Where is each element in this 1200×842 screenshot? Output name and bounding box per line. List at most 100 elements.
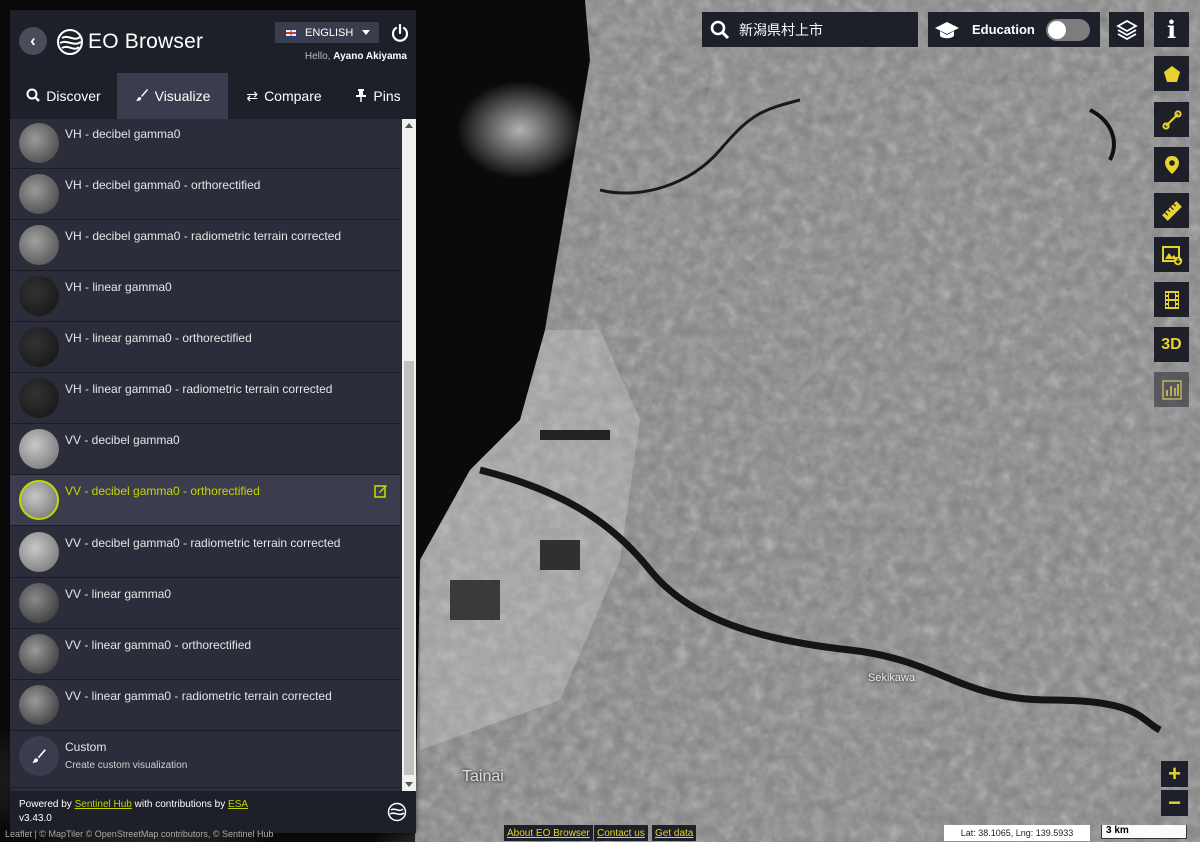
tab-label: Discover [46, 88, 101, 104]
viz-thumbnail [19, 225, 59, 265]
film-icon [1164, 290, 1179, 309]
viz-label: VH - linear gamma0 - orthorectified [65, 331, 252, 345]
education-mode: Education [928, 12, 1100, 47]
measure-button[interactable] [1154, 193, 1189, 228]
powered-prefix: Powered by [19, 799, 72, 810]
viz-item-vh-decibel-gamma0[interactable]: VH - decibel gamma0 [10, 119, 400, 169]
uk-flag-icon [285, 28, 297, 37]
education-label: Education [972, 22, 1035, 37]
app-title: EO Browser [88, 30, 204, 53]
logout-power-icon[interactable] [390, 23, 410, 43]
viz-item-custom[interactable]: Custom Create custom visualization [10, 731, 400, 788]
layers-icon [1115, 19, 1138, 40]
bar-chart-icon [1161, 379, 1182, 400]
sentinel-hub-logo-icon[interactable] [387, 802, 407, 822]
viz-thumbnail [19, 532, 59, 572]
viz-item-vv-linear-gamma0-rtc[interactable]: VV - linear gamma0 - radiometric terrain… [10, 680, 400, 731]
ruler-icon [1161, 200, 1182, 221]
language-select[interactable]: ENGLISH [275, 22, 379, 43]
viz-item-vh-linear-gamma0-rtc[interactable]: VH - linear gamma0 - radiometric terrain… [10, 373, 400, 424]
visualization-list[interactable]: VH - decibel gamma0 VH - decibel gamma0 … [10, 119, 402, 791]
scroll-thumb[interactable] [404, 361, 414, 775]
panel-footer: Powered by Sentinel Hub with contributio… [10, 791, 416, 833]
tab-label: Compare [264, 88, 322, 104]
viz-label: VH - decibel gamma0 - orthorectified [65, 178, 261, 192]
map-label-tainai: Tainai [462, 768, 504, 785]
scroll-up-arrow-icon[interactable] [405, 123, 413, 128]
pin-icon [355, 88, 367, 105]
map-attribution[interactable]: Leaflet | © MapTiler © OpenStreetMap con… [5, 829, 274, 839]
viz-item-vh-decibel-gamma0-rtc[interactable]: VH - decibel gamma0 - radiometric terrai… [10, 220, 400, 271]
viz-item-vh-linear-gamma0[interactable]: VH - linear gamma0 [10, 271, 400, 322]
collapse-panel-button[interactable]: ‹ [19, 27, 47, 55]
toggle-knob [1048, 21, 1066, 39]
info-icon: i [1166, 15, 1177, 44]
download-image-button[interactable] [1154, 237, 1189, 272]
cursor-coordinates: Lat: 38.1065, Lng: 139.5933 [944, 825, 1090, 841]
language-label: ENGLISH [305, 26, 354, 39]
sentinel-hub-link[interactable]: Sentinel Hub [75, 799, 132, 810]
get-data-link[interactable]: Get data [652, 825, 697, 841]
search-icon [710, 20, 730, 39]
location-search[interactable]: 新潟県村上市 [702, 12, 918, 47]
3d-view-button[interactable]: 3D [1154, 327, 1189, 362]
image-download-icon [1161, 245, 1182, 265]
brush-icon [19, 736, 59, 776]
info-button[interactable]: i [1154, 12, 1189, 47]
place-marker-button[interactable] [1154, 147, 1189, 182]
viz-thumbnail [19, 429, 59, 469]
tab-discover[interactable]: Discover [10, 73, 117, 119]
chevron-down-icon [362, 30, 370, 35]
viz-label: VH - decibel gamma0 - radiometric terrai… [65, 229, 342, 243]
viz-thumbnail [19, 583, 59, 623]
panel-header: ‹ EO Browser ENGLISH Hello, Ayano Akiyam… [10, 10, 416, 73]
main-tabs: Discover Visualize ⇄ Compare Pins [10, 73, 416, 119]
scroll-down-arrow-icon[interactable] [405, 782, 413, 787]
viz-label: VH - linear gamma0 - radiometric terrain… [65, 382, 333, 396]
eo-browser-logo-icon [57, 29, 83, 55]
viz-label: VV - decibel gamma0 - radiometric terrai… [65, 536, 341, 550]
viz-item-vv-decibel-gamma0-ortho[interactable]: VV - decibel gamma0 - orthorectified [10, 475, 400, 526]
viz-item-vv-decibel-gamma0-rtc[interactable]: VV - decibel gamma0 - radiometric terrai… [10, 527, 400, 578]
scale-bar: 3 km [1101, 825, 1187, 839]
tab-label: Pins [373, 88, 401, 104]
esa-link[interactable]: ESA [228, 799, 248, 810]
zoom-in-button[interactable]: + [1161, 761, 1188, 787]
viz-thumbnail [19, 634, 59, 674]
viz-thumbnail [19, 276, 59, 316]
map-marker-icon [1164, 155, 1179, 174]
tab-visualize[interactable]: Visualize [117, 73, 228, 119]
viz-thumbnail [19, 123, 59, 163]
viz-item-vv-linear-gamma0-ortho[interactable]: VV - linear gamma0 - orthorectified [10, 629, 400, 680]
tab-compare[interactable]: ⇄ Compare [228, 73, 340, 119]
user-name: Ayano Akiyama [333, 51, 407, 62]
search-input[interactable]: 新潟県村上市 [739, 20, 823, 40]
viz-item-vh-linear-gamma0-ortho[interactable]: VH - linear gamma0 - orthorectified [10, 322, 400, 373]
layers-button[interactable] [1109, 12, 1144, 47]
contact-link[interactable]: Contact us [594, 825, 648, 841]
viz-item-vh-decibel-gamma0-ortho[interactable]: VH - decibel gamma0 - orthorectified [10, 169, 400, 220]
zoom-out-button[interactable]: − [1161, 790, 1188, 816]
viz-item-vv-decibel-gamma0[interactable]: VV - decibel gamma0 [10, 424, 400, 475]
custom-label: Custom [65, 740, 107, 754]
tab-label: Visualize [154, 88, 211, 104]
about-link[interactable]: About EO Browser [504, 825, 593, 841]
powered-by: Powered by Sentinel Hub with contributio… [19, 799, 248, 810]
brush-icon [135, 88, 149, 105]
draw-line-button[interactable] [1154, 102, 1189, 137]
viz-thumbnail [19, 327, 59, 367]
app-version: v3.43.0 [19, 813, 52, 824]
education-toggle[interactable] [1046, 19, 1090, 41]
greeting-prefix: Hello, [304, 51, 331, 62]
viz-label: VH - linear gamma0 [65, 280, 172, 294]
draw-polygon-button[interactable] [1154, 56, 1189, 91]
viz-item-vv-linear-gamma0[interactable]: VV - linear gamma0 [10, 578, 400, 629]
viz-label: VV - linear gamma0 [65, 587, 172, 601]
timelapse-button[interactable] [1154, 282, 1189, 317]
search-icon [26, 88, 41, 105]
statistics-button[interactable] [1154, 372, 1189, 407]
list-scrollbar[interactable] [402, 119, 416, 791]
tab-pins[interactable]: Pins [340, 73, 416, 119]
map-label-sekikawa: Sekikawa [868, 672, 916, 684]
edit-icon[interactable] [374, 484, 388, 498]
